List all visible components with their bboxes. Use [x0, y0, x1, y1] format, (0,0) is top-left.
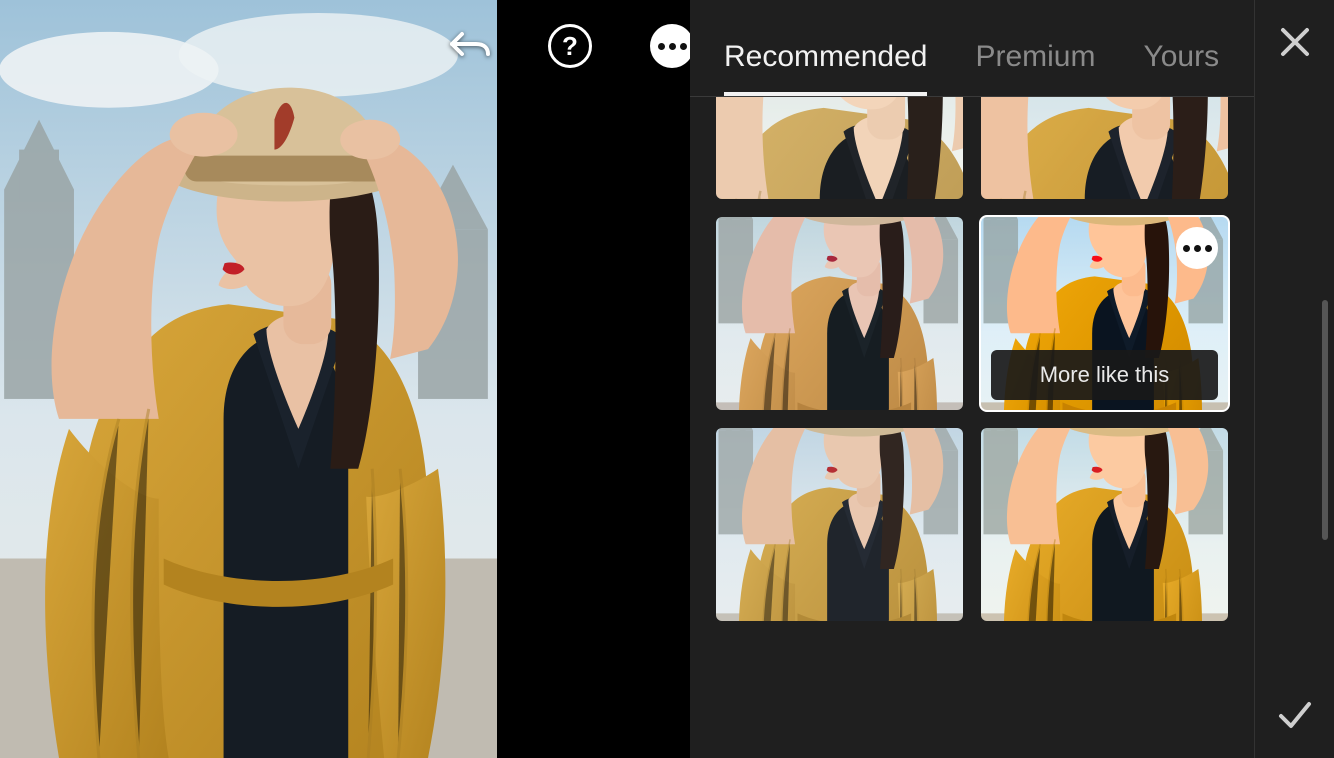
preset-grid: More like this — [716, 97, 1228, 621]
more-icon — [658, 43, 687, 50]
tab-recommended[interactable]: Recommended — [724, 40, 927, 96]
photo-illustration — [981, 428, 1228, 621]
preset-grid-scroll[interactable]: More like this — [690, 97, 1254, 758]
help-button[interactable]: ? — [548, 24, 592, 68]
photo-illustration — [716, 217, 963, 410]
app-root: ? Recommended Premium Yours — [0, 0, 1334, 758]
photo-illustration — [0, 0, 497, 758]
preview-photo[interactable] — [0, 0, 497, 758]
close-icon — [1277, 24, 1313, 60]
photo-illustration — [716, 428, 963, 621]
preset-thumb[interactable] — [716, 217, 963, 410]
photo-illustration — [716, 97, 963, 199]
photo-illustration — [981, 97, 1228, 199]
preview-pane — [0, 0, 510, 758]
more-button[interactable] — [650, 24, 694, 68]
preset-thumb-selected[interactable]: More like this — [981, 217, 1228, 410]
toolstrip: ? — [510, 0, 690, 758]
preset-thumb[interactable] — [716, 97, 963, 199]
scrollbar-thumb[interactable] — [1322, 300, 1328, 540]
close-button[interactable] — [1277, 24, 1313, 60]
help-icon: ? — [562, 31, 578, 62]
presets-panel: Recommended Premium Yours — [690, 0, 1254, 758]
preset-thumb[interactable] — [716, 428, 963, 621]
undo-button[interactable] — [448, 28, 492, 62]
tab-premium[interactable]: Premium — [975, 40, 1095, 96]
preset-thumb[interactable] — [981, 97, 1228, 199]
checkmark-icon — [1275, 694, 1315, 734]
tab-yours[interactable]: Yours — [1143, 40, 1219, 96]
tabs: Recommended Premium Yours — [690, 0, 1254, 96]
undo-icon — [448, 28, 492, 62]
confirm-button[interactable] — [1275, 694, 1315, 734]
preset-caption[interactable]: More like this — [991, 350, 1218, 400]
preset-more-button[interactable] — [1176, 227, 1218, 269]
more-icon — [1183, 245, 1212, 252]
preset-thumb[interactable] — [981, 428, 1228, 621]
right-controls — [1254, 0, 1334, 758]
